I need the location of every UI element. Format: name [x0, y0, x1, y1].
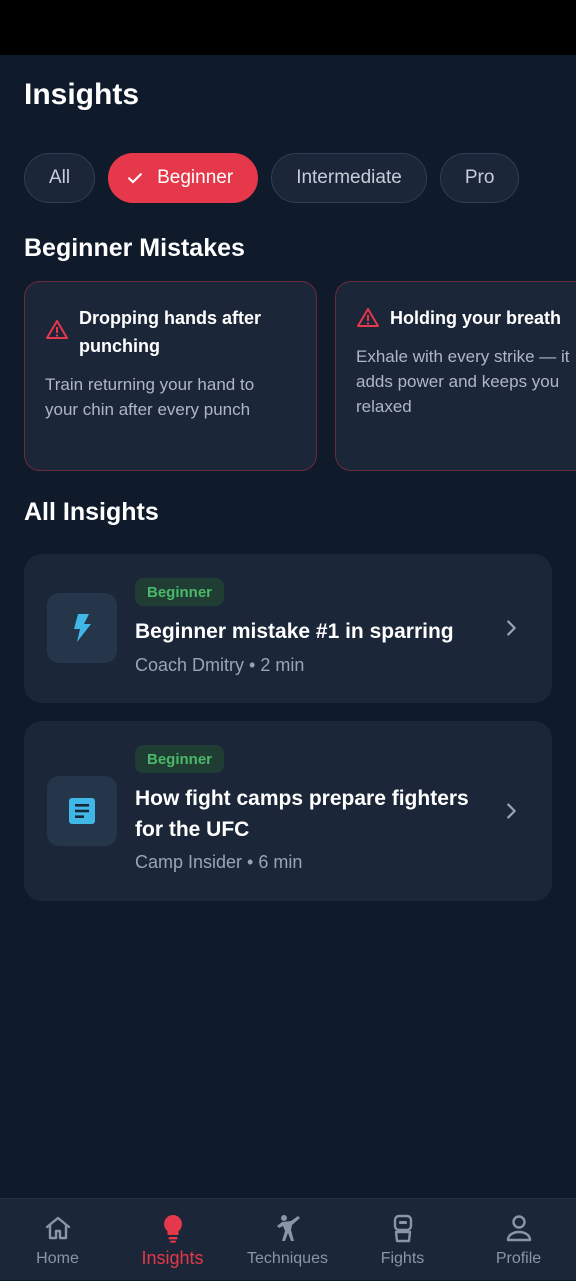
article-icon — [69, 798, 95, 824]
mistake-title: Holding your breath — [390, 308, 561, 328]
bottom-navigation: Home Insights Techniques Fights Profile — [0, 1198, 576, 1280]
section-title-beginner-mistakes: Beginner Mistakes — [24, 234, 245, 262]
fighter-icon — [393, 1214, 413, 1243]
chevron-right-icon — [507, 803, 516, 819]
check-icon — [128, 173, 143, 184]
nav-label: Fights — [380, 1250, 425, 1267]
nav-item-profile[interactable]: Profile — [461, 1199, 576, 1281]
filter-chip-label: Beginner — [157, 167, 234, 188]
insight-icon-box — [47, 776, 117, 846]
martial-arts-icon — [277, 1215, 300, 1241]
filter-chip-pro[interactable]: Pro — [439, 153, 520, 203]
filter-chip-beginner[interactable]: Beginner — [108, 153, 259, 203]
mistake-card[interactable]: Holding your breath Exhale with every st… — [335, 281, 576, 471]
chevron-right-icon — [507, 620, 516, 636]
status-bar — [0, 0, 576, 55]
mistake-card[interactable]: Dropping hands after punching Train retu… — [24, 281, 317, 471]
section-title-all-insights: All Insights — [24, 498, 159, 526]
nav-label: Insights — [141, 1248, 204, 1268]
filter-chip-label: Intermediate — [296, 167, 402, 188]
filter-chip-intermediate[interactable]: Intermediate — [271, 153, 427, 203]
insight-title: How fight camps prepare fighters for the… — [135, 787, 469, 841]
insight-meta: Coach Dmitry • 2 min — [135, 655, 305, 675]
warning-icon — [357, 308, 379, 327]
nav-label: Techniques — [247, 1250, 328, 1267]
person-icon — [506, 1215, 532, 1242]
level-badge: Beginner — [135, 578, 225, 606]
nav-item-insights[interactable]: Insights — [115, 1199, 230, 1281]
insight-meta: Camp Insider • 6 min — [135, 852, 303, 872]
nav-label: Home — [36, 1250, 79, 1267]
insight-icon-box — [47, 593, 117, 663]
home-icon — [45, 1216, 71, 1240]
filter-chip-label: Pro — [464, 167, 495, 188]
insight-card[interactable]: Beginner How fight camps prepare fighter… — [24, 721, 552, 901]
nav-item-techniques[interactable]: Techniques — [230, 1199, 345, 1281]
mistake-title: Dropping hands after punching — [79, 308, 262, 356]
beginner-mistakes-carousel[interactable]: Dropping hands after punching Train retu… — [24, 281, 576, 471]
filter-chip-all[interactable]: All — [24, 153, 96, 203]
mistake-description: Train returning your hand to your chin a… — [45, 375, 255, 419]
insight-title: Beginner mistake #1 in sparring — [135, 620, 454, 643]
level-badge: Beginner — [135, 745, 225, 773]
lightbulb-icon — [164, 1215, 182, 1243]
filter-chip-label: All — [49, 167, 71, 188]
mistake-description: Exhale with every strike — it adds power… — [356, 347, 570, 416]
nav-item-home[interactable]: Home — [0, 1199, 115, 1281]
lightning-icon — [74, 614, 91, 642]
nav-label: Profile — [495, 1250, 542, 1267]
warning-icon — [46, 320, 68, 339]
nav-item-fights[interactable]: Fights — [345, 1199, 460, 1281]
filter-chips: All Beginner Intermediate Pro — [24, 153, 520, 203]
page-title: Insights — [24, 78, 140, 111]
insight-card[interactable]: Beginner Beginner mistake #1 in sparring… — [24, 554, 552, 703]
